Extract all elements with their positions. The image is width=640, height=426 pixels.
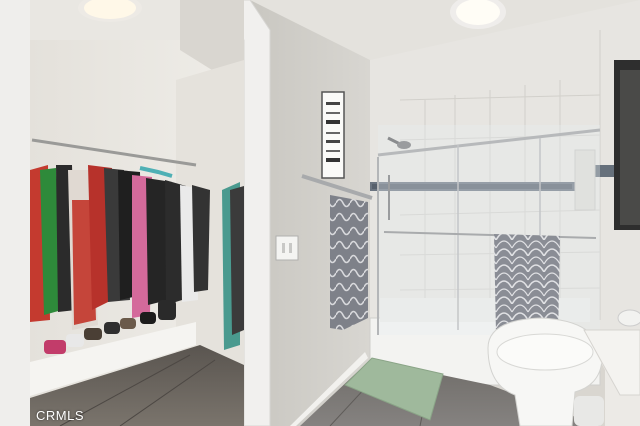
glass-shower-door (377, 125, 601, 335)
watermark: CRMLS (36, 408, 85, 423)
framed-sign (321, 91, 345, 179)
light-switch (275, 235, 299, 261)
wall-towel (330, 195, 368, 330)
bathroom-photo (0, 0, 640, 426)
